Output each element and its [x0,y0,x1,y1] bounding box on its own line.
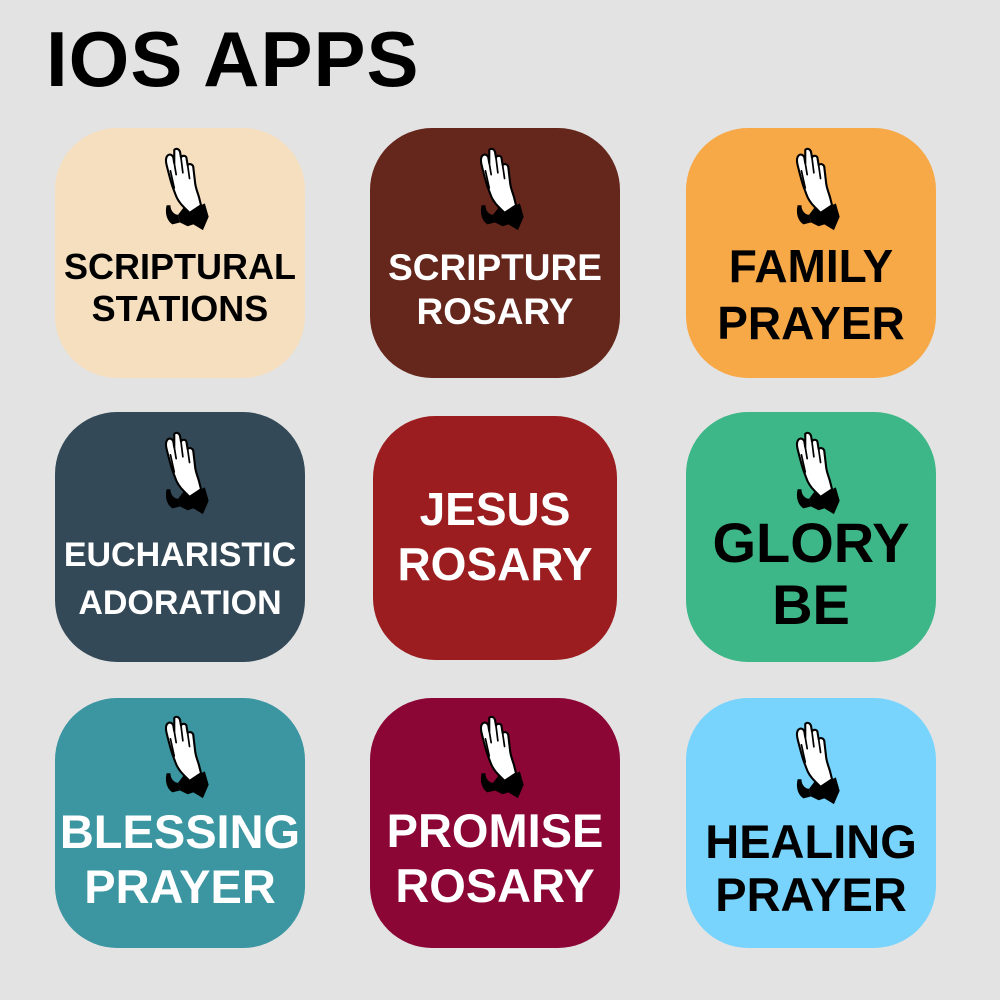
app-tile-label: BLESSING PRAYER [59,805,301,914]
app-tile-label: GLORY BE [712,511,910,636]
app-tile-blessing-prayer[interactable]: BLESSING PRAYER [55,698,305,948]
app-tile-scripture-rosary[interactable]: SCRIPTURE ROSARY [370,128,620,378]
app-tile-label: SCRIPTURAL STATIONS [64,246,296,330]
praying-hands-icon [782,146,840,232]
praying-hands-icon [466,714,524,800]
app-tile-label: HEALING PRAYER [705,815,917,921]
praying-hands-icon [151,146,209,232]
app-tile-label: EUCHARISTIC ADORATION [63,536,297,622]
app-tile-healing-prayer[interactable]: HEALING PRAYER [686,698,936,948]
praying-hands-icon [782,430,840,516]
app-tile-eucharistic-adoration[interactable]: EUCHARISTIC ADORATION [55,412,305,662]
app-tile-scriptural-stations[interactable]: SCRIPTURAL STATIONS [55,128,305,378]
app-tile-label: FAMILY PRAYER [717,240,905,350]
praying-hands-icon [782,720,840,806]
app-tile-jesus-rosary[interactable]: JESUS ROSARY [373,416,617,660]
app-tile-label: PROMISE ROSARY [386,804,604,912]
app-tile-glory-be[interactable]: GLORY BE [686,412,936,662]
app-tile-promise-rosary[interactable]: PROMISE ROSARY [370,698,620,948]
praying-hands-icon [151,430,209,516]
page-title: IOS APPS [46,15,420,103]
praying-hands-icon [466,146,524,232]
praying-hands-icon [151,714,209,800]
app-tile-label: JESUS ROSARY [397,483,593,591]
app-tile-label: SCRIPTURE ROSARY [388,247,602,332]
app-tile-family-prayer[interactable]: FAMILY PRAYER [686,128,936,378]
